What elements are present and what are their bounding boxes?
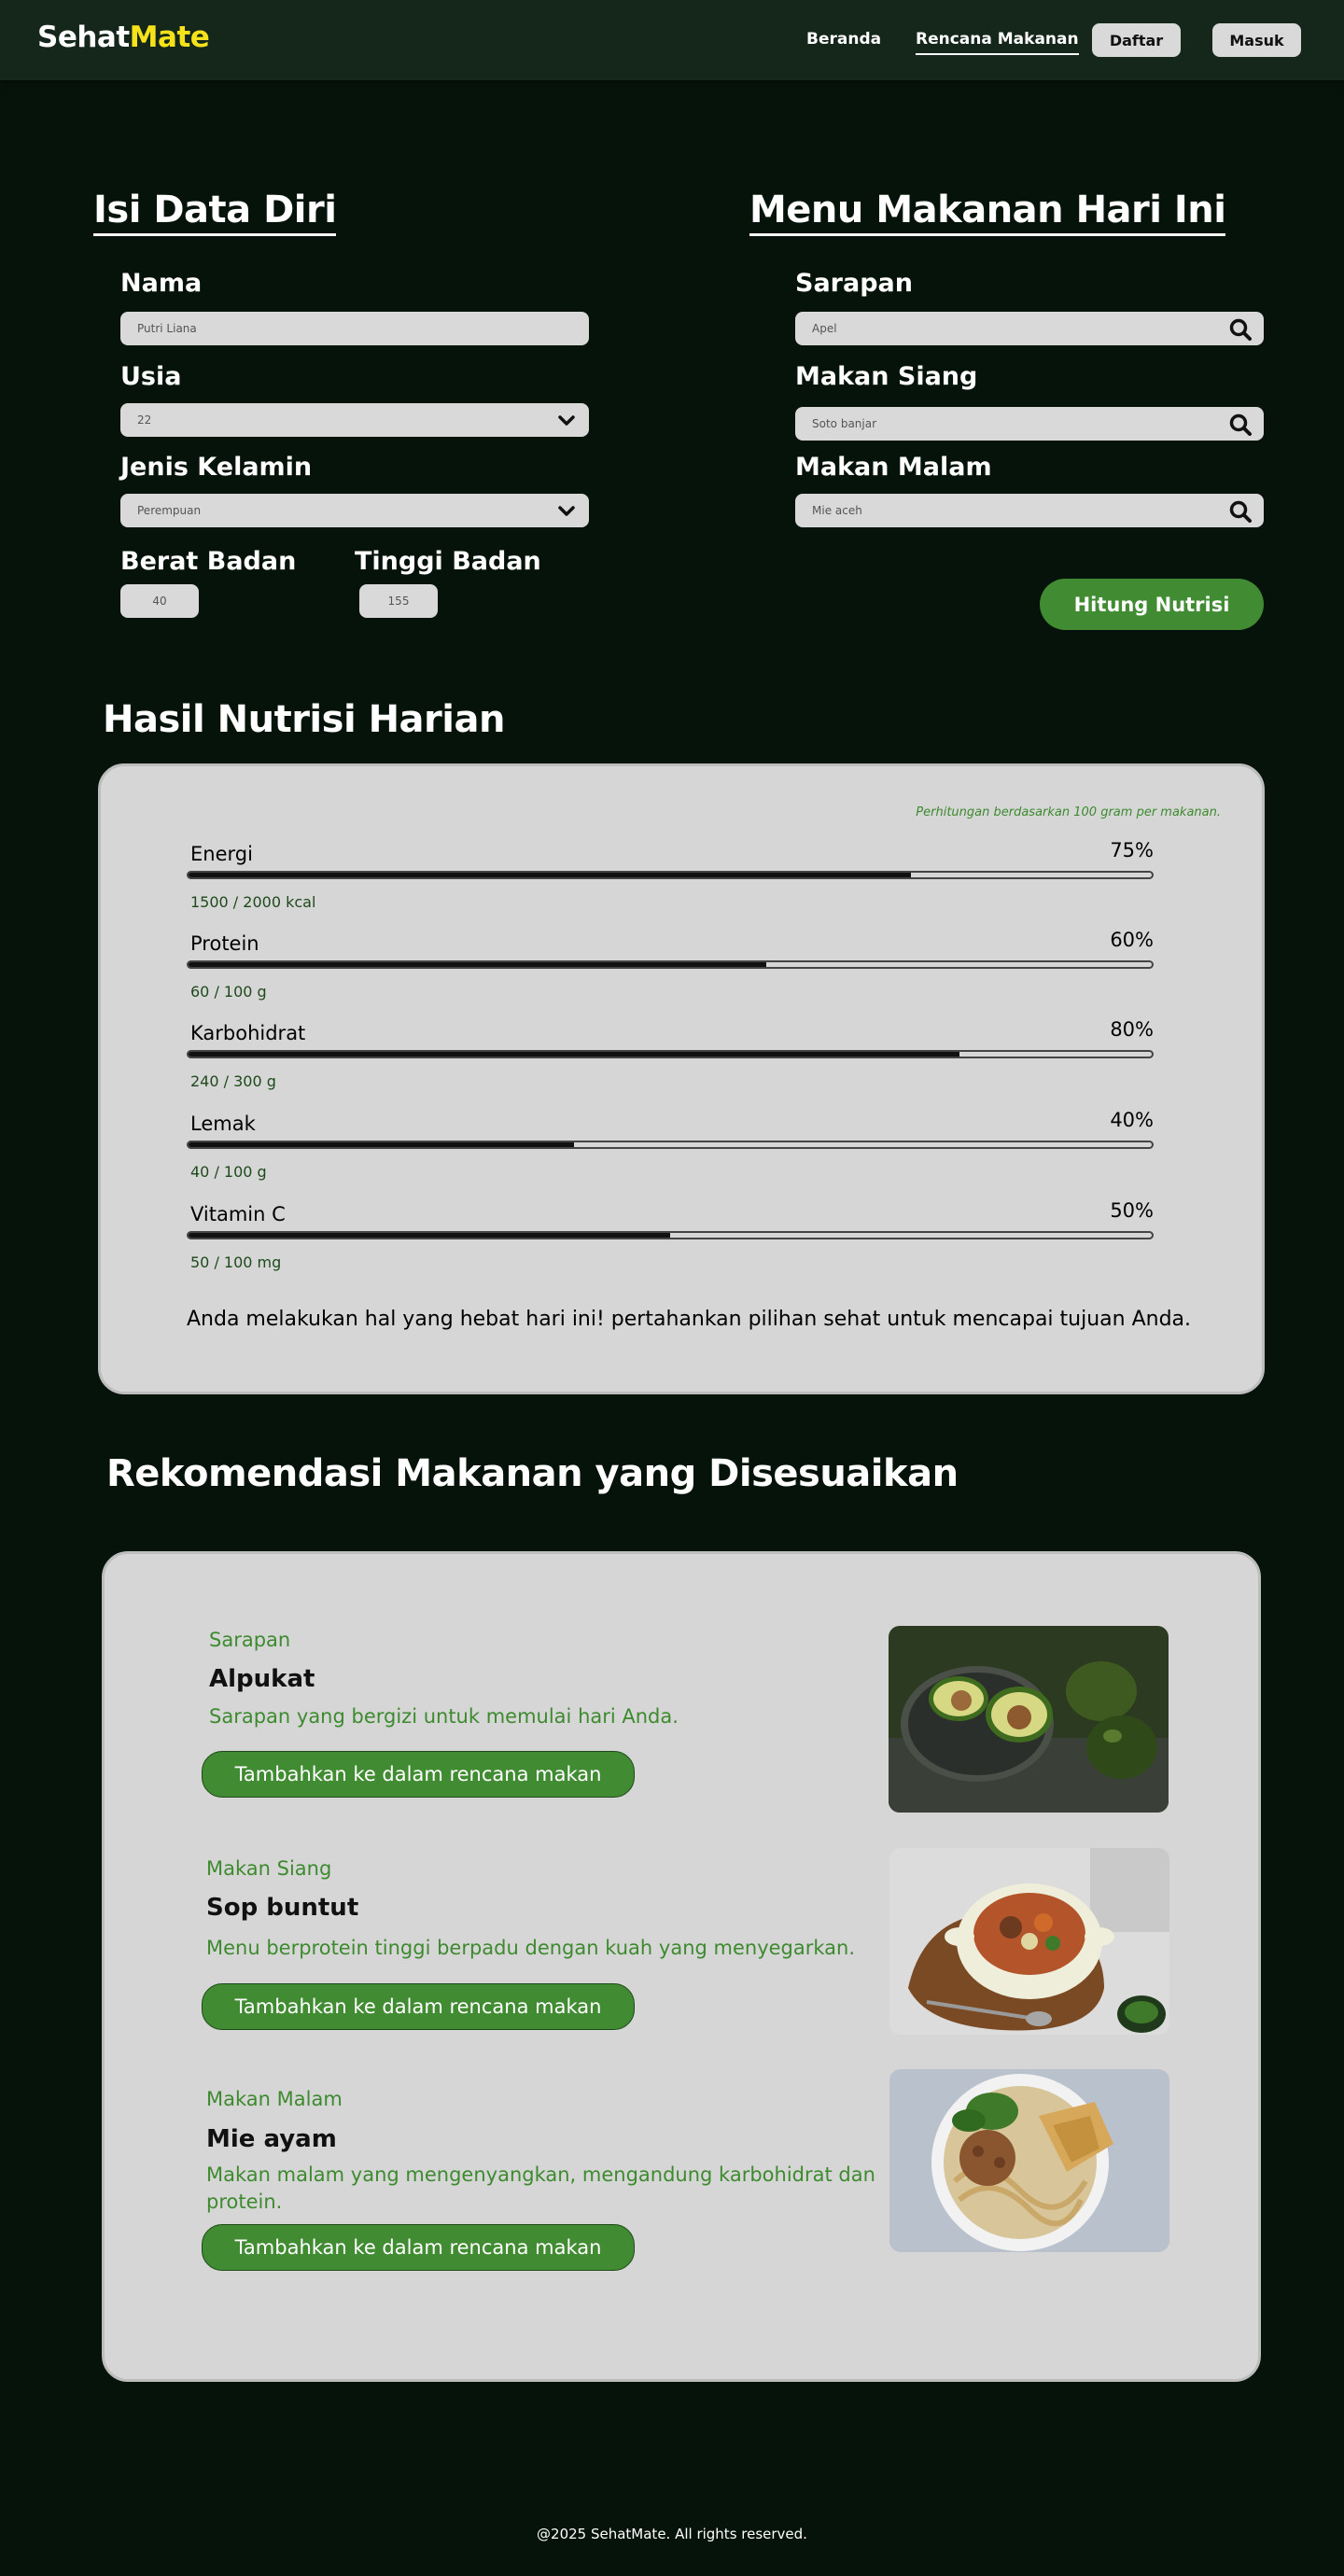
footer-copyright: @2025 SehatMate. All rights reserved.	[537, 2526, 807, 2542]
height-input[interactable]: 155	[359, 584, 438, 618]
add-to-plan-button[interactable]: Tambahkan ke dalam rencana makan	[202, 2224, 635, 2271]
rec-description: Menu berprotein tinggi berpadu dengan ku…	[206, 1937, 856, 1959]
nutrition-message: Anda melakukan hal yang hebat hari ini! …	[187, 1308, 1192, 1331]
recommendations-card: Sarapan Alpukat Sarapan yang bergizi unt…	[102, 1551, 1261, 2382]
rec-description: Sarapan yang bergizi untuk memulai hari …	[209, 1705, 679, 1728]
dinner-label: Makan Malam	[795, 453, 992, 482]
add-to-plan-button[interactable]: Tambahkan ke dalam rencana makan	[202, 1751, 635, 1798]
nav-home[interactable]: Beranda	[806, 30, 881, 49]
recommendations-title: Rekomendasi Makanan yang Disesuaikan	[106, 1452, 959, 1495]
rec-name: Alpukat	[209, 1665, 315, 1693]
chicken-noodle-image	[889, 2069, 1169, 2252]
age-select[interactable]: 22	[120, 403, 589, 437]
nutrient-progress-bar	[187, 1050, 1154, 1058]
nutrient-percent: 60%	[1110, 929, 1154, 951]
nutrient-amount: 240 / 300 g	[190, 1072, 276, 1090]
weight-input[interactable]: 40	[120, 584, 199, 618]
nutrient-percent: 80%	[1110, 1018, 1154, 1041]
lunch-label: Makan Siang	[795, 362, 978, 391]
nutrient-label: Protein	[190, 932, 259, 955]
oxtail-soup-image	[889, 1848, 1169, 2035]
age-label: Usia	[120, 362, 182, 391]
nutrient-label: Karbohidrat	[190, 1022, 306, 1044]
search-icon[interactable]	[1228, 413, 1253, 437]
rec-description: Makan malam yang mengenyangkan, mengandu…	[206, 2163, 875, 2214]
gender-select[interactable]: Perempuan	[120, 494, 589, 527]
nutrient-progress-bar	[187, 871, 1154, 879]
nutrient-amount: 50 / 100 mg	[190, 1253, 282, 1271]
nutrition-card: Perhitungan berdasarkan 100 gram per mak…	[98, 763, 1265, 1394]
rec-category: Makan Malam	[206, 2088, 343, 2110]
nutrient-amount: 60 / 100 g	[190, 983, 267, 1001]
search-icon[interactable]	[1228, 317, 1253, 342]
calculate-nutrition-button[interactable]: Hitung Nutrisi	[1040, 579, 1264, 630]
nutrient-percent: 50%	[1110, 1199, 1154, 1222]
nutrient-percent: 40%	[1110, 1109, 1154, 1131]
menu-title: Menu Makanan Hari Ini	[749, 189, 1226, 236]
height-label: Tinggi Badan	[355, 547, 541, 576]
breakfast-label: Sarapan	[795, 269, 913, 298]
chevron-down-icon	[558, 415, 575, 426]
navbar: SehatMate Beranda Rencana Makanan Daftar…	[0, 0, 1344, 80]
nutrition-title: Hasil Nutrisi Harian	[103, 698, 505, 741]
profile-title: Isi Data Diri	[93, 189, 337, 236]
gender-label: Jenis Kelamin	[120, 453, 313, 482]
avocado-image	[889, 1626, 1169, 1813]
breakfast-search[interactable]: Apel	[795, 312, 1264, 345]
name-label: Nama	[120, 269, 203, 298]
brand-logo[interactable]: SehatMate	[37, 21, 210, 54]
rec-name: Sop buntut	[206, 1894, 359, 1922]
gender-value: Perempuan	[137, 504, 202, 517]
nutrient-progress-fill	[189, 1142, 574, 1147]
nutrient-progress-fill	[189, 1052, 959, 1057]
add-to-plan-button[interactable]: Tambahkan ke dalam rencana makan	[202, 1983, 635, 2030]
nutrient-progress-bar	[187, 1141, 1154, 1149]
nutrient-amount: 40 / 100 g	[190, 1163, 267, 1181]
lunch-value: Soto banjar	[812, 417, 877, 430]
nutrient-progress-fill	[189, 1233, 670, 1238]
register-button[interactable]: Daftar	[1092, 23, 1181, 57]
nutrient-label: Lemak	[190, 1113, 256, 1135]
rec-category: Makan Siang	[206, 1857, 332, 1880]
nutrient-label: Energi	[190, 843, 253, 865]
login-button[interactable]: Masuk	[1212, 23, 1301, 57]
nutrient-progress-bar	[187, 1231, 1154, 1239]
nutrient-amount: 1500 / 2000 kcal	[190, 893, 316, 911]
brand-part2: Mate	[129, 21, 210, 54]
dinner-value: Mie aceh	[812, 504, 862, 517]
search-icon[interactable]	[1228, 499, 1253, 524]
name-input[interactable]: Putri Liana	[120, 312, 589, 345]
lunch-search[interactable]: Soto banjar	[795, 407, 1264, 441]
age-value: 22	[137, 413, 152, 427]
nutrient-progress-fill	[189, 873, 911, 877]
nutrient-percent: 75%	[1110, 839, 1154, 861]
nutrient-progress-bar	[187, 960, 1154, 969]
breakfast-value: Apel	[812, 322, 837, 335]
rec-category: Sarapan	[209, 1629, 291, 1651]
nav-meal-plan[interactable]: Rencana Makanan	[916, 30, 1079, 55]
chevron-down-icon	[558, 506, 575, 516]
nutrient-label: Vitamin C	[190, 1203, 286, 1225]
nutrient-progress-fill	[189, 962, 767, 967]
rec-name: Mie ayam	[206, 2125, 337, 2153]
nutrition-note: Perhitungan berdasarkan 100 gram per mak…	[916, 805, 1221, 819]
weight-label: Berat Badan	[120, 547, 297, 576]
brand-part1: Sehat	[37, 21, 130, 54]
dinner-search[interactable]: Mie aceh	[795, 494, 1264, 527]
